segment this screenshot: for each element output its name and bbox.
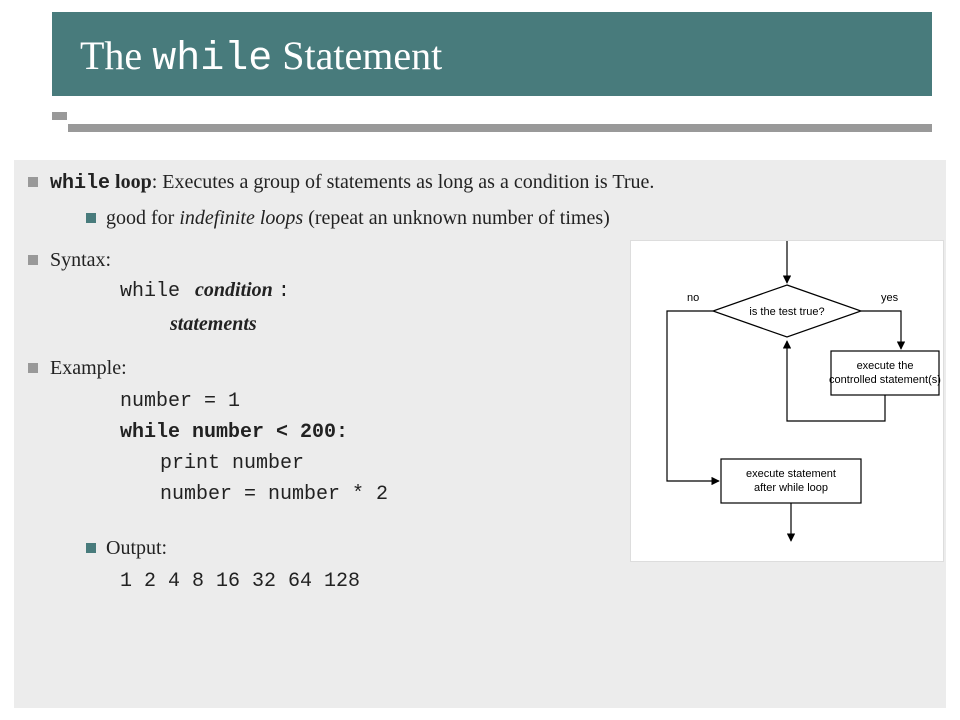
text-while-kw: while [50,172,110,195]
bullet-syntax: Syntax: while condition : statements [24,246,684,340]
text-repeat: (repeat an unknown number of times) [303,207,610,229]
syntax-condition: condition [195,279,273,301]
title-text-prefix: The [80,33,152,78]
code-line-4: number = number * 2 [160,479,684,510]
syntax-block: while condition : statements [120,274,684,340]
syntax-while-kw: while [120,280,180,303]
flow-yes-label: yes [881,292,899,304]
code-line-3: print number [160,448,684,479]
syntax-label: Syntax: [50,249,111,271]
slide: The while Statement while loop: Executes… [0,0,960,720]
text-loop: loop [110,171,152,193]
text-desc: : Executes a group of statements as long… [152,171,655,193]
flow-test-text: is the test true? [749,306,824,318]
code-line-1: number = 1 [120,390,240,413]
flow-exec2b: after while loop [754,482,828,494]
output-text: 1 2 4 8 16 32 64 128 [120,568,684,596]
example-label: Example: [50,357,127,379]
bullet-example: Example: number = 1 while number < 200: … [24,354,684,596]
code-block: number = 1 while number < 200: print num… [120,386,684,510]
bullet-while-loop: while loop: Executes a group of statemen… [24,168,684,232]
slide-title: The while Statement [52,12,932,82]
text-indefinite: indefinite loops [179,207,303,229]
flow-exec2a: execute statement [746,468,836,480]
sub-bullet-indefinite: good for indefinite loops (repeat an unk… [50,204,684,232]
content-area: while loop: Executes a group of statemen… [24,168,684,610]
sub-bullet-output: Output: [50,534,684,562]
output-sub-list: Output: [50,534,684,562]
flowchart-svg: is the test true? yes no execute the con… [631,241,943,561]
title-keyword: while [152,37,272,82]
flowchart: is the test true? yes no execute the con… [630,240,944,562]
flow-exec1a: execute the [857,360,914,372]
accent-rule [68,124,932,132]
flow-exec1b: controlled statement(s) [829,374,941,386]
title-text-suffix: Statement [272,33,442,78]
code-line-2: while number < 200: [120,421,348,444]
output-label: Output: [106,537,167,559]
syntax-colon: : [278,280,290,303]
accent-rule-tab [52,112,67,120]
title-bar: The while Statement [52,12,932,96]
syntax-statements: statements [170,308,684,340]
sub-bullet-list: good for indefinite loops (repeat an unk… [50,204,684,232]
flow-no-label: no [687,292,699,304]
text-good-for: good for [106,207,179,229]
bullet-list: while loop: Executes a group of statemen… [24,168,684,596]
